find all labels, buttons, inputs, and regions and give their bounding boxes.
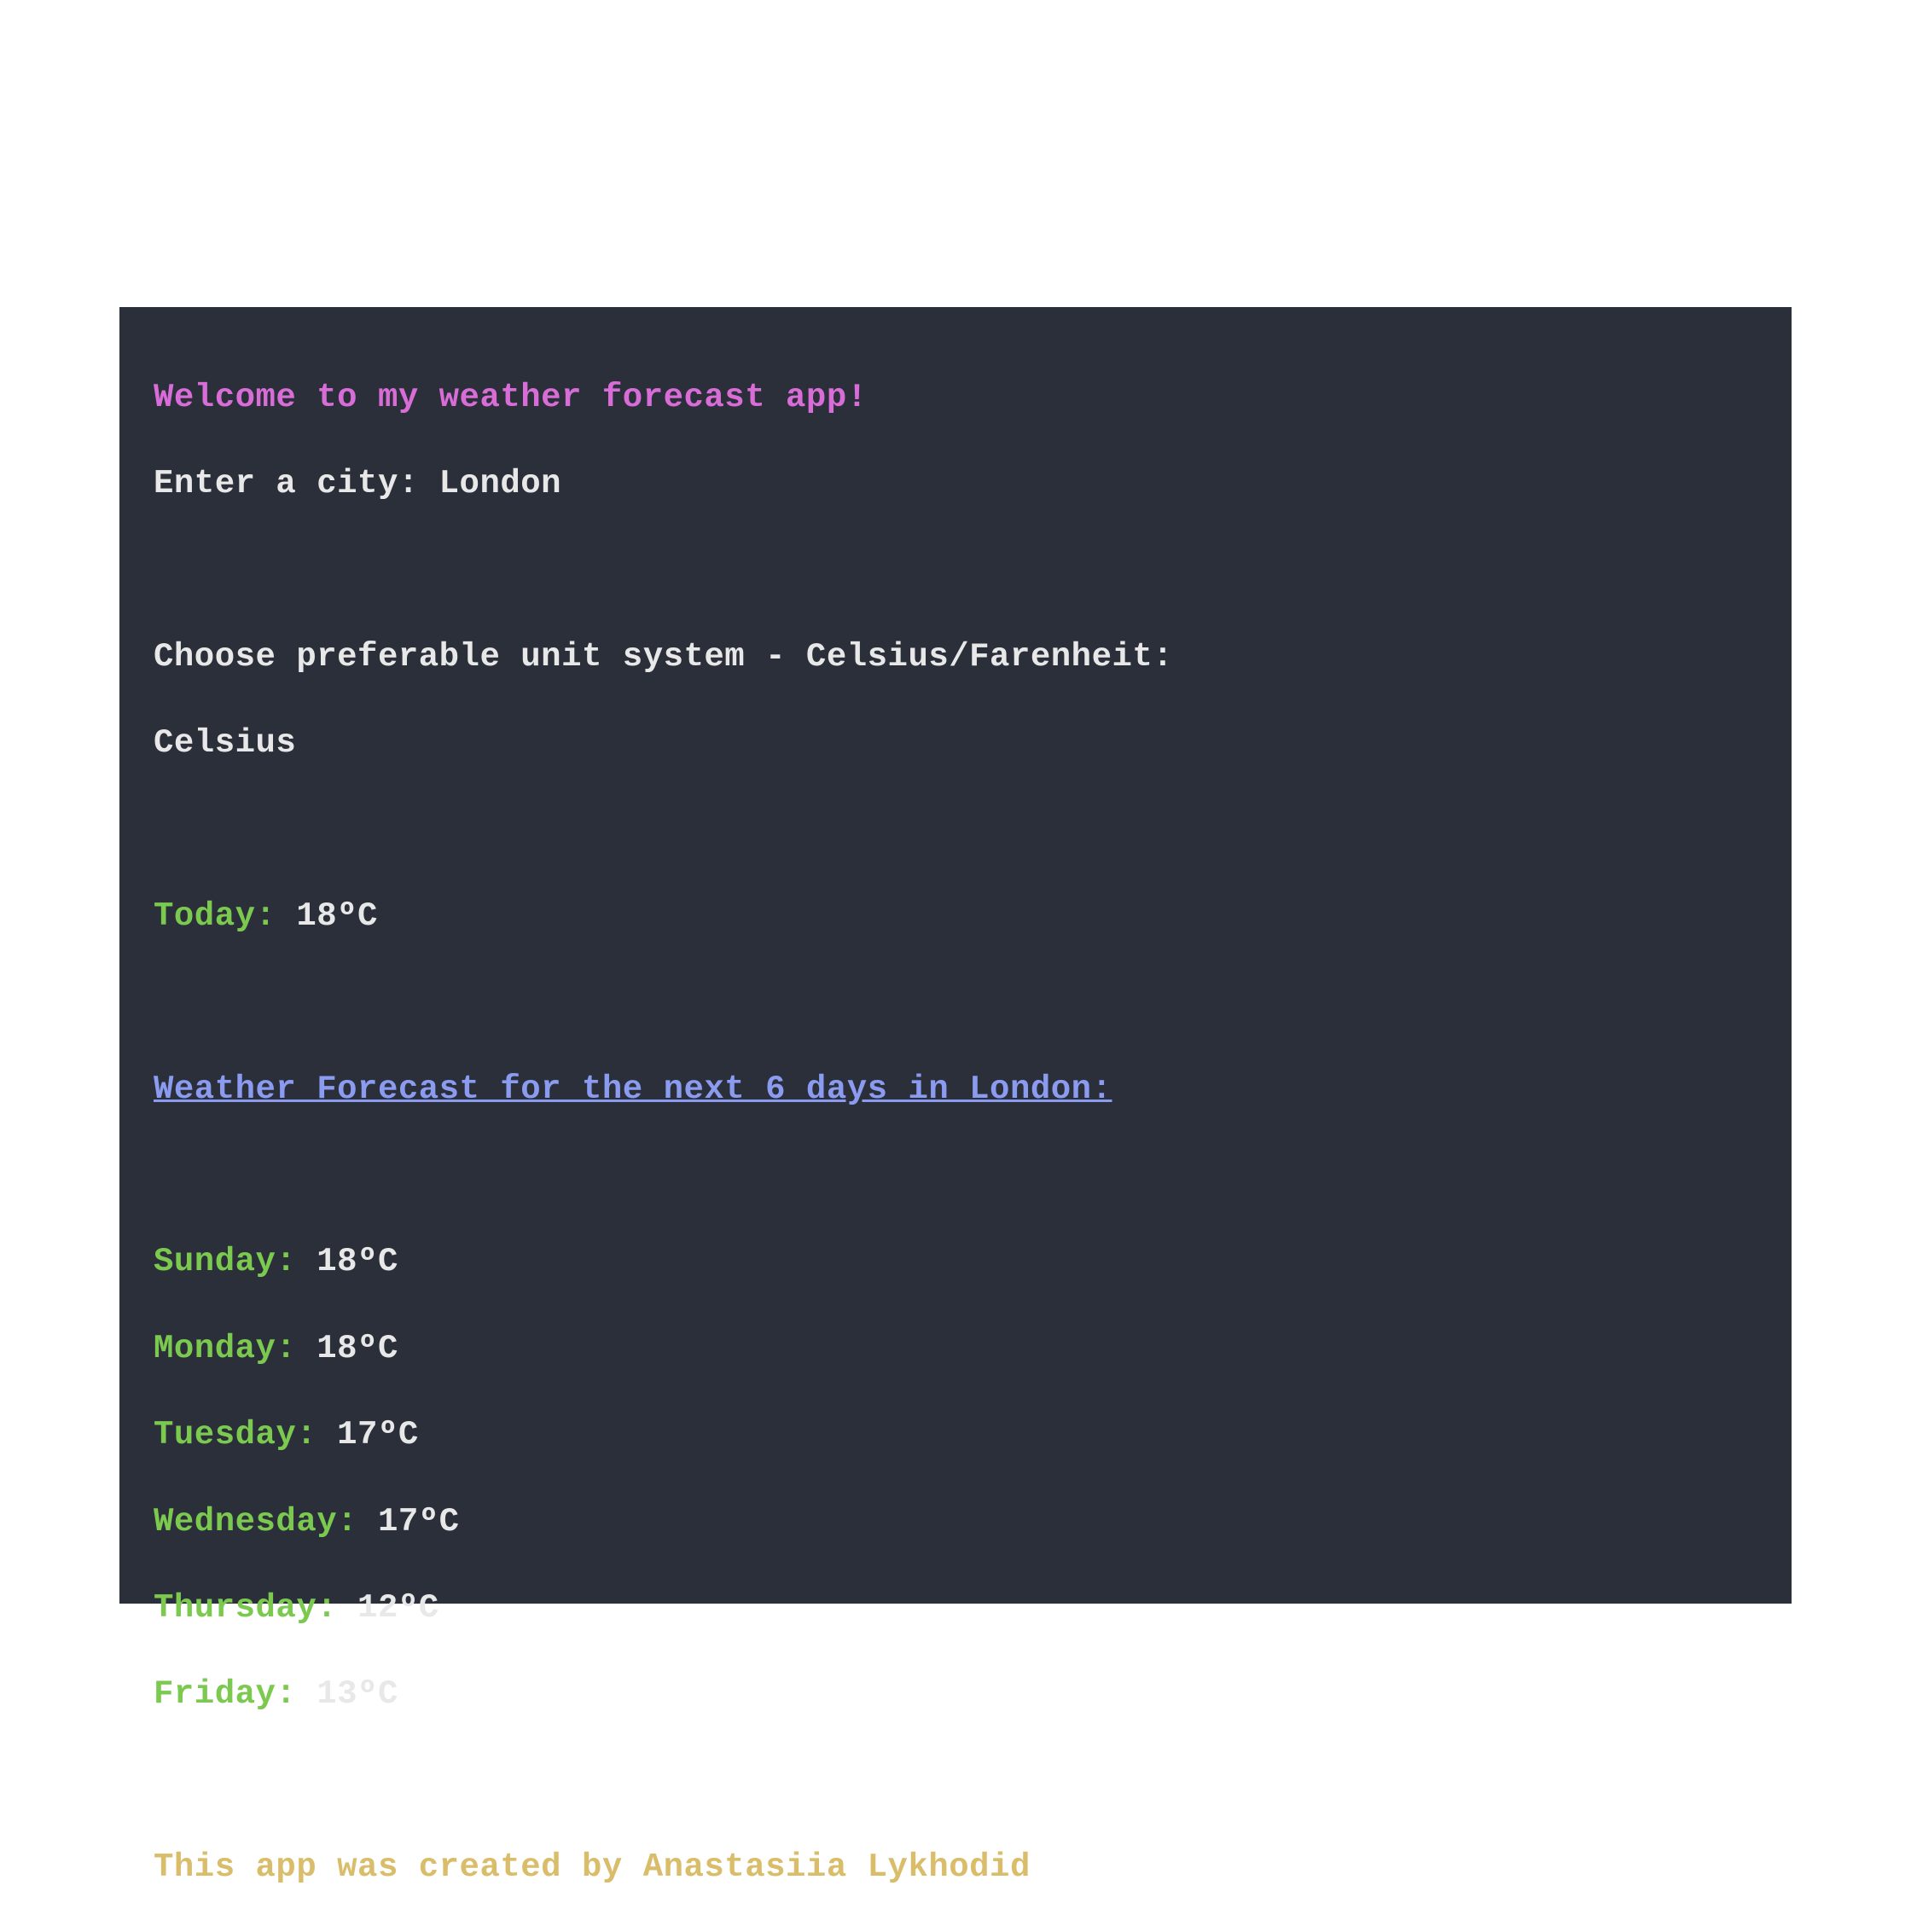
credit-line: This app was created by Anastasiia Lykho… [154,1848,1031,1886]
forecast-day-label: Thursday: [154,1589,357,1627]
forecast-day-label: Monday: [154,1330,317,1367]
forecast-day-temp: 17ºC [378,1503,460,1540]
today-label: Today: [154,897,296,935]
city-input-value[interactable]: London [439,465,561,502]
unit-input-value[interactable]: Celsius [154,724,296,762]
forecast-day-label: Friday: [154,1675,317,1713]
forecast-day-temp: 18ºC [317,1243,398,1280]
today-temp: 18ºC [296,897,378,935]
forecast-header: Weather Forecast for the next 6 days in … [154,1070,1112,1108]
forecast-day-temp: 13ºC [317,1675,398,1713]
forecast-day-label: Wednesday: [154,1503,378,1540]
forecast-day-label: Sunday: [154,1243,317,1280]
forecast-day-temp: 18ºC [317,1330,398,1367]
forecast-day-temp: 17ºC [337,1416,419,1453]
city-prompt-label: Enter a city: [154,465,439,502]
unit-prompt-label: Choose preferable unit system - Celsius/… [154,638,1173,676]
forecast-day-label: Tuesday: [154,1416,337,1453]
forecast-day-temp: 12ºC [357,1589,439,1627]
terminal-output: Welcome to my weather forecast app! Ente… [119,307,1792,1604]
welcome-line: Welcome to my weather forecast app! [154,379,868,416]
